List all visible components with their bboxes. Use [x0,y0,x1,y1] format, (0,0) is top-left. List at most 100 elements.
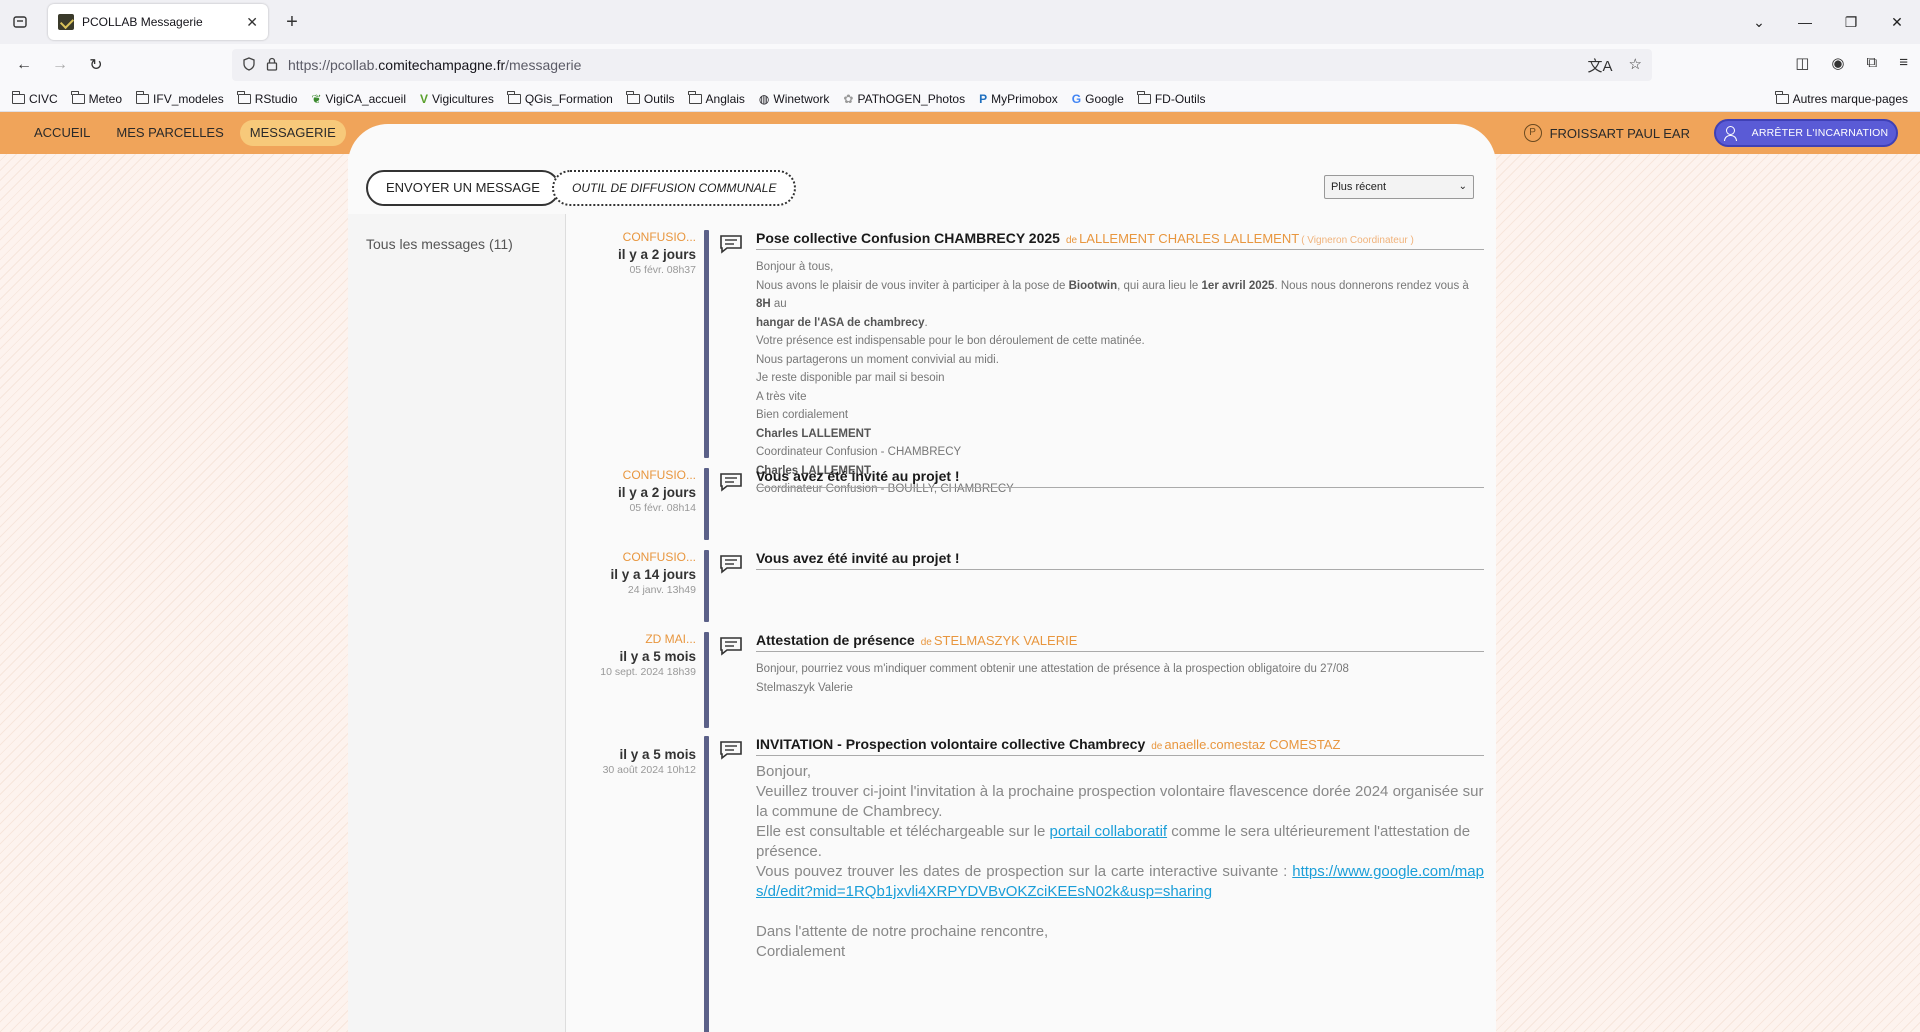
bookmark-item[interactable]: Meteo [71,90,122,106]
reload-icon[interactable]: ↻ [80,49,112,81]
message-bubble-icon [720,741,742,760]
message-title[interactable]: Vous avez été invité au projet ! [756,550,1484,570]
url-bar[interactable]: https://pcollab.comitechampagne.fr/messa… [232,49,1652,81]
message-item[interactable]: ZD MAI... il y a 5 mois 10 sept. 2024 18… [566,632,1496,728]
message-bubble-icon [720,555,742,574]
bookmarks-bar: CIVC Meteo IFV_modeles RStudio ❦ VigiCA_a… [0,86,1920,112]
message-date: 10 sept. 2024 18h39 [600,666,696,678]
user-profile[interactable]: P FROISSART PAUL EAR [1523,120,1690,146]
message-title[interactable]: Vous avez été invité au projet ! [756,468,1484,488]
new-tab-icon[interactable]: + [274,11,310,34]
message-ago: il y a 5 mois [619,649,696,664]
message-item[interactable]: il y a 5 mois 30 août 2024 10h12 INVITAT… [566,736,1496,1032]
site-icon: ✿ [843,91,854,106]
message-author: anaelle.comestaz COMESTAZ [1164,737,1341,752]
message-ago: il y a 14 jours [610,567,696,582]
back-icon[interactable]: ← [8,49,40,81]
bookmark-item[interactable]: QGis_Formation [507,90,613,106]
url-text[interactable]: https://pcollab.comitechampagne.fr/messa… [288,57,581,73]
account-icon[interactable]: ◉ [1831,54,1844,72]
page-background: ACCUEIL MES PARCELLES MESSAGERIE P FROIS… [0,112,1920,1032]
bookmark-item[interactable]: Anglais [688,90,745,106]
message-group: CONFUSIO... [622,468,696,482]
restore-icon[interactable]: ❐ [1828,14,1874,31]
tab-title: PCOLLAB Messagerie [82,15,203,29]
browser-tab[interactable]: PCOLLAB Messagerie ✕ [48,4,268,40]
bookmark-item[interactable]: ✿ PAThOGEN_Photos [843,92,965,106]
panel-toolbar: ENVOYER UN MESSAGE OUTIL DE DIFFUSION CO… [348,156,1496,214]
message-title[interactable]: Pose collective Confusion CHAMBRECY 2025… [756,230,1484,250]
bookmark-item[interactable]: CIVC [11,90,58,106]
message-content: Bonjour, pourriez vous m'indiquer commen… [756,663,1349,694]
translate-icon[interactable]: 文A [1588,55,1613,76]
message-ago: il y a 2 jours [617,485,696,500]
chevron-down-icon: ⌄ [1458,181,1467,192]
message-date: 30 août 2024 10h12 [602,764,696,776]
bookmark-item[interactable]: G Google [1072,92,1124,106]
folders-sidebar: Tous les messages (11) [348,214,566,1032]
folder-icon [507,90,521,104]
close-tab-icon[interactable]: ✕ [246,14,258,31]
sort-select[interactable]: Plus récent ⌄ [1324,175,1474,199]
nav-accueil[interactable]: ACCUEIL [24,120,100,146]
send-message-button[interactable]: ENVOYER UN MESSAGE [366,170,560,206]
message-group: CONFUSIO... [622,230,696,244]
message-item[interactable]: CONFUSIO... il y a 14 jours 24 janv. 13h… [566,550,1496,622]
forward-icon[interactable]: → [44,49,76,81]
users-icon [1723,126,1742,141]
communal-broadcast-button[interactable]: OUTIL DE DIFFUSION COMMUNALE [552,170,797,206]
bookmark-item[interactable]: IFV_modeles [135,90,224,106]
menu-icon[interactable]: ≡ [1899,54,1908,72]
nav-mes-parcelles[interactable]: MES PARCELLES [106,120,233,146]
message-ago: il y a 2 jours [617,247,696,262]
message-title[interactable]: INVITATION - Prospection volontaire coll… [756,736,1484,756]
bookmark-other[interactable]: Autres marque-pages [1775,90,1908,106]
message-author: STELMASZYK VALERIE [933,633,1078,648]
folder-icon [626,90,640,104]
nav-messagerie[interactable]: MESSAGERIE [239,120,346,146]
portal-link[interactable]: portail collaboratif [1050,823,1168,840]
message-title[interactable]: Attestation de présence de STELMASZYK VALE… [756,632,1484,652]
sidebar-item-all-messages[interactable]: Tous les messages (11) [366,236,565,252]
folder-icon [688,90,702,104]
folder-icon [71,90,85,104]
main-nav: ACCUEIL MES PARCELLES MESSAGERIE [24,120,346,146]
message-date: 24 janv. 13h49 [627,584,696,596]
folder-icon [1137,90,1151,104]
message-date: 05 févr. 08h37 [629,264,696,276]
tab-overflow-chevron-icon[interactable]: ⌄ [1736,14,1782,31]
message-group: ZD MAI... [645,632,696,646]
message-item[interactable]: CONFUSIO... il y a 2 jours 05 févr. 08h3… [566,230,1496,495]
extensions-icon[interactable]: ⧉ [1867,54,1878,72]
message-content: Bonjour, Veuillez trouver ci-joint l'inv… [756,763,1484,960]
bookmark-item[interactable]: Outils [626,90,675,106]
tab-list-icon[interactable] [0,0,40,44]
browser-navbar: ← → ↻ https://pcollab.comitechampagne.fr… [0,44,1920,86]
bookmark-star-icon[interactable]: ☆ [1629,55,1642,76]
window-close-icon[interactable]: ✕ [1874,14,1920,31]
lock-icon[interactable] [266,57,278,74]
message-date: 05 févr. 08h14 [629,502,696,514]
bookmark-item[interactable]: V Vigicultures [420,92,494,106]
shield-icon[interactable] [242,56,256,74]
site-favicon-icon [58,14,74,30]
messaging-panel: ENVOYER UN MESSAGE OUTIL DE DIFFUSION CO… [348,156,1496,1032]
bookmark-item[interactable]: ◍ Winetwork [759,92,830,106]
bookmark-item[interactable]: P MyPrimobox [979,92,1058,106]
p-logo-icon: P [979,91,988,106]
message-ago: il y a 5 mois [619,747,696,762]
globe-icon: ◍ [758,91,770,106]
bookmark-item[interactable]: RStudio [237,90,297,106]
message-item[interactable]: CONFUSIO... il y a 2 jours 05 févr. 08h1… [566,468,1496,540]
leaf-icon: ❦ [311,91,322,106]
folder-icon [237,90,251,104]
minimize-icon[interactable]: — [1782,14,1828,30]
bookmark-item[interactable]: FD-Outils [1137,90,1206,106]
stop-impersonation-button[interactable]: ARRÊTER L'INCARNATION [1714,119,1898,147]
folder-icon [1775,90,1789,104]
message-list: CONFUSIO... il y a 2 jours 05 févr. 08h3… [566,214,1496,1032]
v-logo-icon: V [420,91,429,106]
message-group: CONFUSIO... [622,550,696,564]
pocket-icon[interactable]: ◫ [1795,54,1809,72]
bookmark-item[interactable]: ❦ VigiCA_accueil [311,92,406,106]
